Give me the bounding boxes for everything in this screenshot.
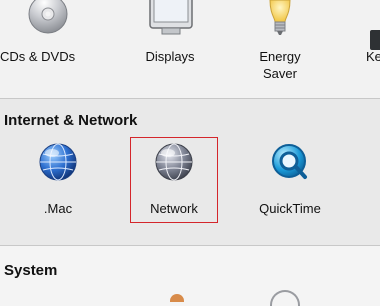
partial-system-icon <box>170 294 184 302</box>
quicktime-icon <box>272 144 307 179</box>
selection-highlight <box>130 137 218 223</box>
pane-quicktime[interactable]: QuickTime <box>244 142 336 222</box>
pane-label: Ke <box>366 49 380 64</box>
pane-cds-dvds[interactable]: CDs & DVDs <box>0 0 96 90</box>
section-title-internet: Internet & Network <box>4 112 138 129</box>
pane-label: .Mac <box>43 201 73 216</box>
globe-icon <box>39 143 77 181</box>
keyboard-icon <box>370 30 380 50</box>
section-title-system: System <box>4 262 58 279</box>
pane-mac[interactable]: .Mac <box>18 142 98 222</box>
pane-displays[interactable]: Displays <box>128 0 212 90</box>
pane-label: QuickTime <box>259 201 321 216</box>
lightbulb-icon <box>269 0 291 35</box>
pane-label: Energy Saver <box>259 49 301 81</box>
pane-keyboard-partial[interactable]: Ke <box>348 0 380 90</box>
pane-label: Displays <box>145 49 195 64</box>
pane-label: CDs & DVDs <box>0 49 76 64</box>
cd-icon <box>28 0 68 34</box>
display-icon <box>149 0 193 35</box>
pane-energy-saver[interactable]: Energy Saver <box>242 0 318 92</box>
